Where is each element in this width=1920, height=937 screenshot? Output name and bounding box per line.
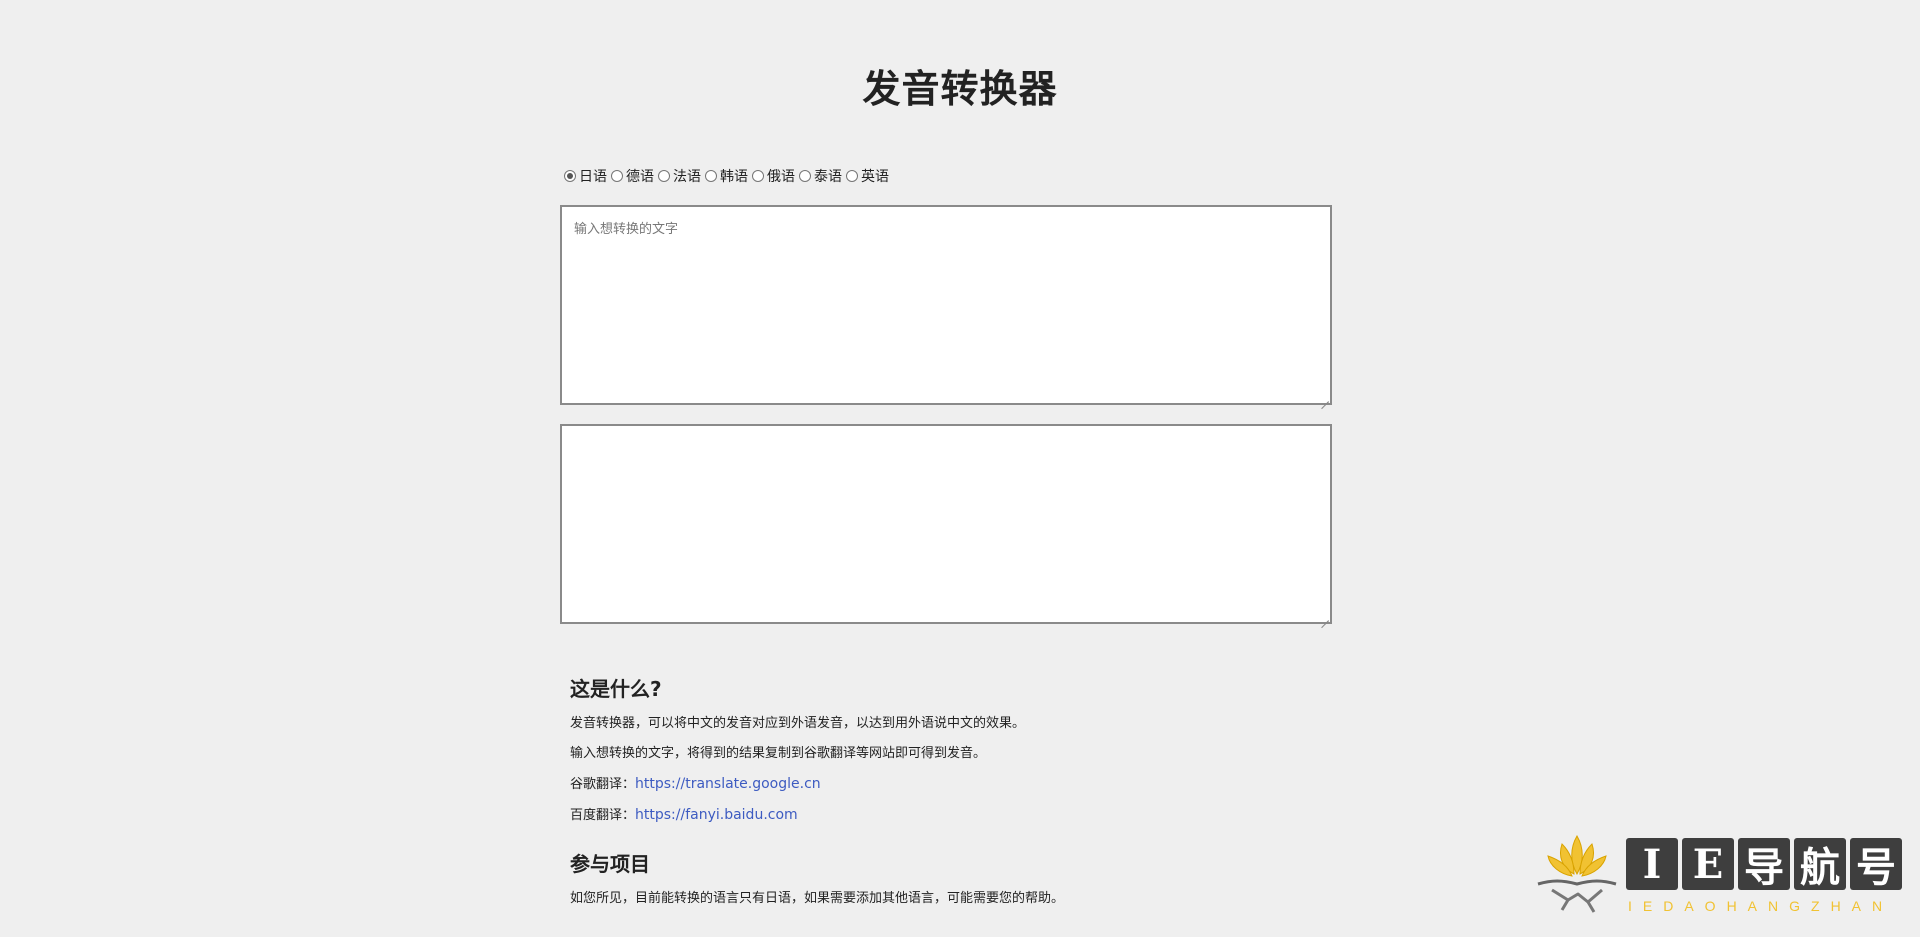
input-placeholder: 输入想转换的文字	[574, 222, 679, 237]
radio-button[interactable]	[752, 170, 764, 182]
radio-button[interactable]	[799, 170, 811, 182]
info-content: 这是什么? 发音转换器，可以将中文的发音对应到外语发音，以达到用外语说中文的效果…	[570, 673, 1330, 921]
watermark-char: I	[1626, 838, 1678, 890]
input-textarea[interactable]: 输入想转换的文字	[560, 205, 1332, 405]
radio-label: 俄语	[767, 169, 795, 185]
output-textarea[interactable]	[560, 424, 1332, 624]
page: 发音转换器 日语 德语 法语 韩语 俄语 泰语 英语 输入想转换的文字 这是什么…	[0, 0, 1920, 937]
baidu-translate-line: 百度翻译：https://fanyi.baidu.com	[570, 807, 1330, 824]
section-heading-participate: 参与项目	[570, 852, 650, 876]
resize-handle-icon[interactable]	[1321, 394, 1329, 402]
radio-option-japanese[interactable]: 日语	[564, 166, 607, 186]
watermark-char: 号	[1850, 838, 1902, 891]
baidu-translate-link[interactable]: https://fanyi.baidu.com	[635, 807, 798, 823]
radio-label: 韩语	[720, 169, 748, 185]
google-translate-link[interactable]: https://translate.google.cn	[635, 776, 821, 792]
participate-paragraph-1: 如您所见，目前能转换的语言只有日语，如果需要添加其他语言，可能需要您的帮助。	[570, 891, 1065, 906]
radio-option-korean[interactable]: 韩语	[705, 166, 748, 186]
section-heading-about: 这是什么?	[570, 677, 662, 701]
radio-option-french[interactable]: 法语	[658, 166, 701, 186]
radio-label: 日语	[579, 169, 607, 185]
about-paragraph-2: 输入想转换的文字，将得到的结果复制到谷歌翻译等网站即可得到发音。	[570, 746, 987, 761]
watermark-char: 航	[1794, 838, 1846, 891]
radio-option-german[interactable]: 德语	[611, 166, 654, 186]
lotus-handshake-icon	[1537, 835, 1617, 913]
watermark-char: E	[1682, 838, 1734, 890]
radio-label: 法语	[673, 169, 701, 185]
page-title: 发音转换器	[862, 67, 1058, 111]
radio-button[interactable]	[846, 170, 858, 182]
watermark-text: I E 导 航 号	[1626, 838, 1902, 891]
watermark-logo: I E 导 航 号 IEDAOHANGZHAN	[1532, 828, 1902, 928]
radio-button[interactable]	[658, 170, 670, 182]
watermark-subtitle: IEDAOHANGZHAN	[1628, 898, 1894, 914]
watermark-char: 导	[1738, 838, 1790, 891]
google-translate-line: 谷歌翻译：https://translate.google.cn	[570, 776, 1330, 793]
radio-button[interactable]	[564, 170, 576, 182]
google-label: 谷歌翻译：	[570, 777, 636, 792]
participate-section: 参与项目 如您所见，目前能转换的语言只有日语，如果需要添加其他语言，可能需要您的…	[570, 848, 1330, 907]
radio-option-thai[interactable]: 泰语	[799, 166, 842, 186]
radio-label: 英语	[861, 169, 889, 185]
about-paragraph-1: 发音转换器，可以将中文的发音对应到外语发音，以达到用外语说中文的效果。	[570, 716, 1026, 731]
radio-button[interactable]	[611, 170, 623, 182]
radio-button[interactable]	[705, 170, 717, 182]
radio-option-russian[interactable]: 俄语	[752, 166, 795, 186]
resize-handle-icon[interactable]	[1321, 613, 1329, 621]
language-radio-group: 日语 德语 法语 韩语 俄语 泰语 英语	[564, 166, 893, 186]
radio-label: 德语	[626, 169, 654, 185]
baidu-label: 百度翻译：	[570, 808, 636, 823]
radio-option-english[interactable]: 英语	[846, 166, 889, 186]
radio-label: 泰语	[814, 169, 842, 185]
